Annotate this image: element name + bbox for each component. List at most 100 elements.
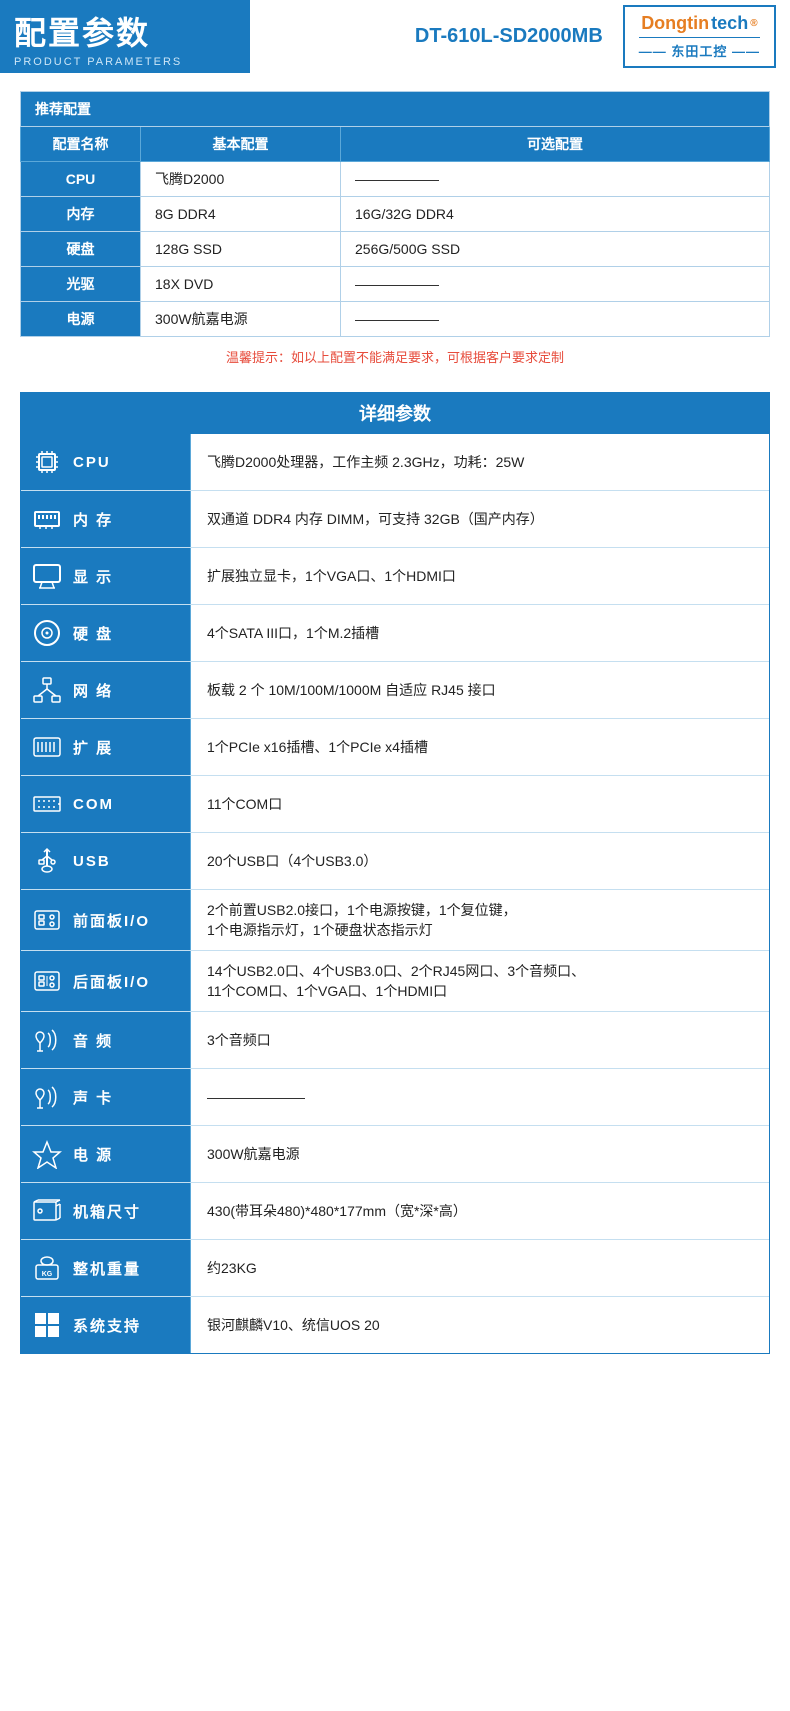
detail-value-network: 板载 2 个 10M/100M/1000M 自适应 RJ45 接口 [191, 662, 769, 718]
detail-value-expansion: 1个PCIe x16插槽、1个PCIe x4插槽 [191, 719, 769, 775]
value-line: 2个前置USB2.0接口，1个电源按键，1个复位键， [207, 900, 753, 920]
chassis-icon [29, 1193, 65, 1229]
row-basic: 飞腾D2000 [141, 162, 341, 197]
network-icon [29, 672, 65, 708]
detail-row-audio: 音 频 3个音频口 [21, 1012, 769, 1069]
detail-value-audio: 3个音频口 [191, 1012, 769, 1068]
detail-title: 详细参数 [20, 392, 770, 434]
detail-label-audio: 音 频 [21, 1012, 191, 1068]
value-line: 11个COM口、1个VGA口、1个HDMI口 [207, 981, 753, 1001]
row-basic: 300W航嘉电源 [141, 302, 341, 337]
detail-value-soundcard: ——————— [191, 1069, 769, 1125]
brand-logo: Dongtin tech ® —— 东田工控 —— [623, 5, 776, 68]
detail-label-memory: 内 存 [21, 491, 191, 547]
label-text-cpu: CPU [73, 454, 111, 471]
detail-label-com: COM [21, 776, 191, 832]
soundcard-icon [29, 1079, 65, 1115]
model-number: DT-610L-SD2000MB Dongtin tech ® —— 东田工控 … [250, 0, 790, 73]
detail-label-os: 系统支持 [21, 1297, 191, 1353]
label-text-display: 显 示 [73, 566, 113, 587]
col-header-basic: 基本配置 [141, 127, 341, 162]
detail-row-os: 系统支持 银河麒麟V10、统信UOS 20 [21, 1297, 769, 1353]
detail-row-front-io: 前面板I/O 2个前置USB2.0接口，1个电源按键，1个复位键，1个电源指示灯… [21, 890, 769, 951]
recommended-title: 推荐配置 [21, 92, 770, 127]
table-row: 光驱 18X DVD —————— [21, 267, 770, 302]
detail-row-com: COM 11个COM口 [21, 776, 769, 833]
row-optional: —————— [341, 267, 770, 302]
detail-row-storage: 硬 盘 4个SATA III口，1个M.2插槽 [21, 605, 769, 662]
detail-label-usb: USB [21, 833, 191, 889]
row-optional: —————— [341, 162, 770, 197]
value-line: 1个电源指示灯，1个硬盘状态指示灯 [207, 920, 753, 940]
row-label: 内存 [21, 197, 141, 232]
os-icon [29, 1307, 65, 1343]
logo-orange-text: Dongtin [641, 13, 709, 34]
sub-title: PRODUCT PARAMETERS [14, 56, 232, 68]
recommended-section: 推荐配置 配置名称 基本配置 可选配置 CPU 飞腾D2000 —————— 内… [20, 91, 770, 372]
front-io-icon [29, 902, 65, 938]
detail-label-expansion: 扩 展 [21, 719, 191, 775]
logo-name: Dongtin tech ® [641, 13, 757, 34]
row-basic: 128G SSD [141, 232, 341, 267]
power-icon [29, 1136, 65, 1172]
table-row: 电源 300W航嘉电源 —————— [21, 302, 770, 337]
detail-label-chassis: 机箱尺寸 [21, 1183, 191, 1239]
logo-reg: ® [750, 18, 757, 29]
label-text-chassis: 机箱尺寸 [73, 1201, 141, 1222]
row-label: CPU [21, 162, 141, 197]
detail-value-com: 11个COM口 [191, 776, 769, 832]
detail-value-usb: 20个USB口（4个USB3.0） [191, 833, 769, 889]
detail-value-os: 银河麒麟V10、统信UOS 20 [191, 1297, 769, 1353]
label-text-audio: 音 频 [73, 1030, 113, 1051]
label-text-weight: 整机重量 [73, 1258, 141, 1279]
detail-label-rear-io: 后面板I/O [21, 951, 191, 1011]
col-header-name: 配置名称 [21, 127, 141, 162]
label-text-com: COM [73, 796, 114, 813]
detail-value-display: 扩展独立显卡，1个VGA口、1个HDMI口 [191, 548, 769, 604]
detail-label-weight: KG 整机重量 [21, 1240, 191, 1296]
detail-row-rear-io: 后面板I/O 14个USB2.0口、4个USB3.0口、2个RJ45网口、3个音… [21, 951, 769, 1012]
label-text-expansion: 扩 展 [73, 737, 113, 758]
detail-value-weight: 约23KG [191, 1240, 769, 1296]
detail-label-power: 电 源 [21, 1126, 191, 1182]
detail-value-front-io: 2个前置USB2.0接口，1个电源按键，1个复位键，1个电源指示灯，1个硬盘状态… [191, 890, 769, 950]
label-text-storage: 硬 盘 [73, 623, 113, 644]
row-basic: 8G DDR4 [141, 197, 341, 232]
detail-value-rear-io: 14个USB2.0口、4个USB3.0口、2个RJ45网口、3个音频口、11个C… [191, 951, 769, 1011]
row-optional: 16G/32G DDR4 [341, 197, 770, 232]
detail-row-memory: 内 存 双通道 DDR4 内存 DIMM，可支持 32GB（国产内存） [21, 491, 769, 548]
label-text-network: 网 络 [73, 680, 113, 701]
warning-text: 温馨提示：如以上配置不能满足要求，可根据客户要求定制 [20, 337, 770, 372]
table-row: 内存 8G DDR4 16G/32G DDR4 [21, 197, 770, 232]
detail-row-soundcard: 声 卡 ——————— [21, 1069, 769, 1126]
svg-text:KG: KG [42, 1271, 53, 1278]
detail-row-power: 电 源 300W航嘉电源 [21, 1126, 769, 1183]
rear-io-icon [29, 963, 65, 999]
row-optional: 256G/500G SSD [341, 232, 770, 267]
detail-row-display: 显 示 扩展独立显卡，1个VGA口、1个HDMI口 [21, 548, 769, 605]
detail-row-cpu: CPU 飞腾D2000处理器，工作主频 2.3GHz，功耗：25W [21, 434, 769, 491]
logo-blue-text: tech [711, 13, 748, 34]
detail-table: CPU 飞腾D2000处理器，工作主频 2.3GHz，功耗：25W 内 存 双通… [20, 434, 770, 1354]
usb-icon [29, 843, 65, 879]
detail-section: 详细参数 CPU 飞腾D2000处理器，工作主频 2.3GHz，功耗：25W [20, 392, 770, 1354]
label-text-os: 系统支持 [73, 1315, 141, 1336]
label-text-power: 电 源 [73, 1144, 113, 1165]
label-text-memory: 内 存 [73, 509, 113, 530]
label-text-soundcard: 声 卡 [73, 1087, 113, 1108]
detail-label-network: 网 络 [21, 662, 191, 718]
detail-row-expansion: 扩 展 1个PCIe x16插槽、1个PCIe x4插槽 [21, 719, 769, 776]
cpu-icon [29, 444, 65, 480]
detail-row-network: 网 络 板载 2 个 10M/100M/1000M 自适应 RJ45 接口 [21, 662, 769, 719]
detail-value-storage: 4个SATA III口，1个M.2插槽 [191, 605, 769, 661]
row-label: 硬盘 [21, 232, 141, 267]
detail-value-power: 300W航嘉电源 [191, 1126, 769, 1182]
storage-icon [29, 615, 65, 651]
label-text-rear-io: 后面板I/O [73, 971, 150, 992]
com-icon [29, 786, 65, 822]
label-text-front-io: 前面板I/O [73, 910, 150, 931]
table-row: 硬盘 128G SSD 256G/500G SSD [21, 232, 770, 267]
memory-icon [29, 501, 65, 537]
detail-label-front-io: 前面板I/O [21, 890, 191, 950]
row-label: 光驱 [21, 267, 141, 302]
